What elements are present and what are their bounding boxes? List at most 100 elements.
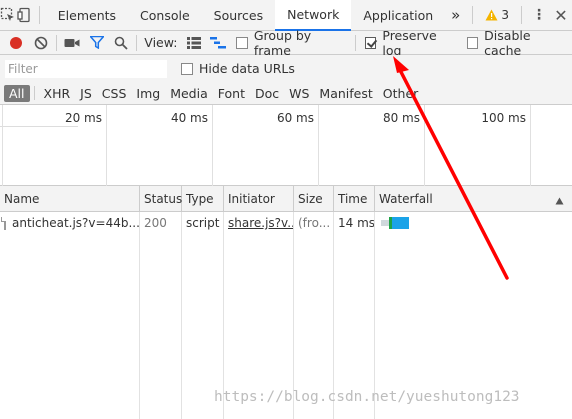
column-header-name[interactable]: Name — [0, 186, 140, 212]
type-filter-css[interactable]: CSS — [97, 85, 132, 102]
clear-icon[interactable] — [28, 31, 52, 55]
devtools-tab-bar: Elements Console Sources Network Applica… — [0, 0, 572, 31]
type-filter-all[interactable]: All — [4, 84, 30, 102]
disable-cache-option[interactable]: Disable cache — [466, 27, 566, 58]
type-filter-font[interactable]: Font — [213, 85, 250, 102]
preserve-log-checkbox[interactable] — [365, 36, 377, 49]
type-filter-doc[interactable]: Doc — [250, 85, 284, 102]
column-divider — [139, 212, 140, 419]
column-header-waterfall[interactable]: Waterfall — [375, 186, 572, 212]
type-filter-other[interactable]: Other — [378, 85, 424, 102]
tab-console[interactable]: Console — [128, 0, 202, 31]
tab-bar-divider — [39, 6, 40, 24]
type-filter-xhr[interactable]: XHR — [39, 85, 76, 102]
type-filter-ws[interactable]: WS — [284, 85, 314, 102]
request-waterfall-cell[interactable] — [375, 212, 572, 234]
column-header-time[interactable]: Time — [334, 186, 375, 212]
column-header-type[interactable]: Type — [182, 186, 224, 212]
view-label: View: — [144, 35, 178, 50]
overview-gridline — [2, 105, 3, 186]
warning-icon — [485, 9, 498, 21]
column-divider — [223, 212, 224, 419]
column-header-size[interactable]: Size — [294, 186, 334, 212]
group-by-frame-option[interactable]: Group by frame — [236, 28, 346, 58]
file-icon — [1, 216, 6, 230]
capture-screenshots-icon[interactable] — [60, 31, 84, 55]
preserve-log-option[interactable]: Preserve log — [365, 28, 455, 58]
disable-cache-label: Disable cache — [484, 27, 531, 58]
watermark: https://blog.csdn.net/yueshutong123 — [214, 389, 520, 405]
disable-cache-checkbox[interactable] — [466, 36, 479, 49]
column-divider — [293, 212, 294, 419]
type-filter-img[interactable]: Img — [131, 85, 165, 102]
customize-menu-icon[interactable]: ⋮ — [528, 7, 550, 23]
tab-network[interactable]: Network — [275, 0, 352, 31]
column-header-initiator[interactable]: Initiator — [224, 186, 294, 212]
device-toolbar-icon[interactable] — [17, 0, 34, 31]
waterfall-header-label: Waterfall — [379, 192, 433, 206]
hide-data-urls-option[interactable]: Hide data URLs — [181, 61, 295, 76]
warnings-counter[interactable]: 3 — [479, 8, 515, 22]
request-time-cell: 14 ms — [338, 216, 374, 230]
overview-tick-label: 40 ms — [170, 111, 208, 125]
column-divider — [181, 212, 182, 419]
requests-table-header: Name Status Type Initiator Size Time Wat… — [0, 186, 572, 212]
request-status-cell: 200 — [144, 216, 167, 230]
overview-tick-label: 100 ms — [481, 111, 526, 125]
column-header-status[interactable]: Status — [140, 186, 182, 212]
hide-data-urls-label: Hide data URLs — [199, 61, 295, 76]
overview-tick-label: 80 ms — [382, 111, 420, 125]
waterfall-download-bar — [392, 217, 409, 229]
overview-gridline — [106, 105, 107, 186]
overview-gridline — [318, 105, 319, 186]
type-filter-js[interactable]: JS — [75, 85, 97, 102]
type-filter-manifest[interactable]: Manifest — [314, 85, 377, 102]
close-devtools-icon[interactable]: ✕ — [550, 6, 572, 25]
request-type-cell: script — [186, 216, 220, 230]
toolbar-divider-2 — [136, 34, 138, 51]
overview-gridline — [212, 105, 213, 186]
show-overview-icon[interactable] — [206, 31, 230, 55]
filter-icon[interactable] — [84, 31, 108, 55]
table-row[interactable]: anticheat.js?v=44b... 200 script share.j… — [0, 212, 572, 234]
tab-bar-divider-right-2 — [521, 6, 522, 24]
overview-selection-strip — [0, 126, 78, 127]
waterfall-queue-bar — [381, 220, 389, 226]
overview-gridline — [424, 105, 425, 186]
overview-tick-label: 60 ms — [276, 111, 314, 125]
column-divider — [374, 212, 375, 419]
record-icon[interactable] — [4, 31, 28, 55]
network-overview[interactable]: 20 ms 40 ms 60 ms 80 ms 100 ms — [0, 105, 572, 186]
initiator-link[interactable]: share.js?v... — [228, 216, 293, 230]
inspect-element-icon[interactable] — [0, 0, 17, 31]
search-icon[interactable] — [109, 31, 133, 55]
tab-bar-divider-right — [472, 6, 474, 24]
column-divider — [333, 212, 334, 419]
resource-type-filter: All XHR JS CSS Img Media Font Doc WS Man… — [0, 82, 572, 105]
tab-elements[interactable]: Elements — [46, 0, 128, 31]
type-filter-media[interactable]: Media — [165, 85, 213, 102]
request-name-cell[interactable]: anticheat.js?v=44b... — [0, 212, 139, 234]
group-by-frame-label: Group by frame — [253, 27, 312, 58]
large-rows-icon[interactable] — [182, 31, 206, 55]
filter-input[interactable] — [5, 59, 167, 78]
toolbar-divider-3 — [355, 34, 357, 51]
tab-sources[interactable]: Sources — [202, 0, 275, 31]
warnings-count: 3 — [501, 8, 509, 22]
network-toolbar: View: Group by frame Preserve log Disabl… — [0, 27, 572, 58]
overview-gridline — [530, 105, 531, 186]
type-filter-divider — [33, 86, 35, 100]
hide-data-urls-checkbox[interactable] — [181, 62, 193, 75]
preserve-log-label: Preserve log — [382, 27, 437, 58]
request-size-cell: (fro... — [298, 216, 331, 230]
request-name: anticheat.js?v=44b... — [12, 216, 139, 230]
sort-ascending-icon — [555, 194, 564, 208]
group-by-frame-checkbox[interactable] — [236, 36, 248, 49]
toolbar-divider — [55, 34, 57, 51]
overview-tick-label: 20 ms — [64, 111, 102, 125]
filter-bar: Hide data URLs — [0, 55, 572, 82]
tab-application[interactable]: Application — [351, 0, 445, 31]
request-initiator-cell: share.js?v... — [224, 212, 293, 234]
more-tabs-button[interactable]: » — [445, 0, 466, 31]
requests-table: Name Status Type Initiator Size Time Wat… — [0, 186, 572, 419]
